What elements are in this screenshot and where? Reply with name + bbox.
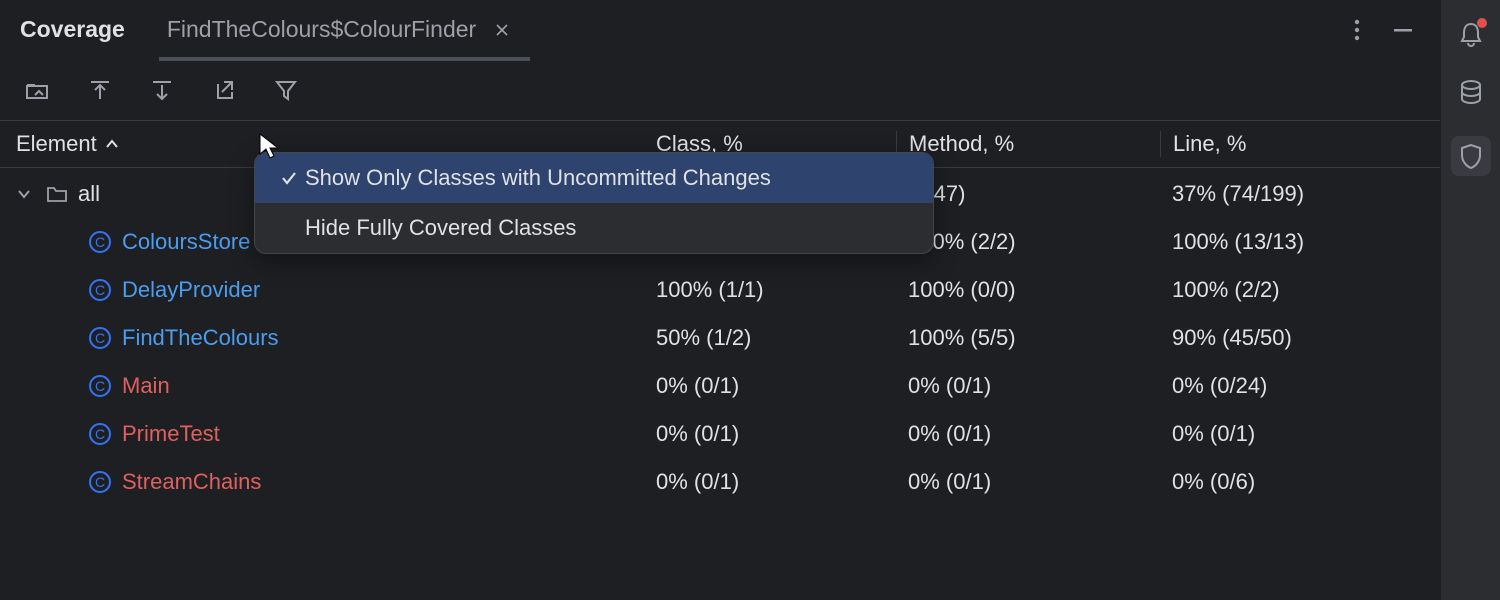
cell-method: 100% (0/0) <box>896 277 1160 303</box>
class-icon: C <box>88 278 112 302</box>
database-icon[interactable] <box>1457 78 1485 106</box>
import-icon[interactable] <box>84 74 116 106</box>
more-menu-icon[interactable] <box>1348 13 1366 47</box>
shield-icon[interactable] <box>1451 136 1491 176</box>
toolbar <box>0 60 1440 120</box>
tab-label: FindTheColours$ColourFinder <box>167 16 476 43</box>
class-icon: C <box>88 422 112 446</box>
check-icon <box>273 169 305 187</box>
cell-method: 0% (0/1) <box>896 469 1160 495</box>
cell-line: 0% (0/1) <box>1160 421 1424 447</box>
cell-class: 0% (0/1) <box>656 373 896 399</box>
class-icon: C <box>88 374 112 398</box>
cell-method: 100% (2/2) <box>896 229 1160 255</box>
filter-icon[interactable] <box>270 74 302 106</box>
cell-method: 0% (0/1) <box>896 421 1160 447</box>
export-icon[interactable] <box>146 74 178 106</box>
folder-icon <box>46 183 68 205</box>
panel-title: Coverage <box>20 16 125 43</box>
cell-line: 100% (13/13) <box>1160 229 1424 255</box>
cell-class: 100% (1/1) <box>656 277 896 303</box>
column-method[interactable]: Method, % <box>896 131 1160 157</box>
cell-line: 37% (74/199) <box>1160 181 1424 207</box>
open-external-icon[interactable] <box>208 74 240 106</box>
close-icon[interactable] <box>494 22 510 38</box>
element-name: ColoursStore <box>122 229 250 255</box>
cell-class: 0% (0/1) <box>656 421 896 447</box>
tab-active[interactable]: FindTheColours$ColourFinder <box>167 0 510 60</box>
tab-header: Coverage FindTheColours$ColourFinder <box>0 0 1440 60</box>
table-row[interactable]: CStreamChains0% (0/1)0% (0/1)0% (0/6) <box>0 458 1440 506</box>
cell-line: 100% (2/2) <box>1160 277 1424 303</box>
svg-text:C: C <box>95 474 105 490</box>
cell-class: 50% (1/2) <box>656 325 896 351</box>
element-name: StreamChains <box>122 469 261 495</box>
class-icon: C <box>88 470 112 494</box>
element-name: DelayProvider <box>122 277 260 303</box>
element-name: all <box>78 181 100 207</box>
menu-item-show-uncommitted[interactable]: Show Only Classes with Uncommitted Chang… <box>255 153 933 203</box>
column-line[interactable]: Line, % <box>1160 131 1424 157</box>
class-icon: C <box>88 326 112 350</box>
cell-method: (8/47) <box>896 181 1160 207</box>
right-sidebar <box>1440 0 1500 600</box>
navigate-up-icon[interactable] <box>22 74 54 106</box>
table-row[interactable]: CMain0% (0/1)0% (0/1)0% (0/24) <box>0 362 1440 410</box>
chevron-down-icon[interactable] <box>16 186 36 202</box>
svg-text:C: C <box>95 378 105 394</box>
sort-asc-icon <box>105 137 119 151</box>
cell-method: 100% (5/5) <box>896 325 1160 351</box>
svg-text:C: C <box>95 282 105 298</box>
cell-class: 0% (0/1) <box>656 469 896 495</box>
filter-menu: Show Only Classes with Uncommitted Chang… <box>254 152 934 254</box>
menu-item-hide-covered[interactable]: Hide Fully Covered Classes <box>255 203 933 253</box>
cell-line: 0% (0/24) <box>1160 373 1424 399</box>
table-row[interactable]: C FindTheColours 50% (1/2)100% (5/5)90% (4… <box>0 314 1440 362</box>
cell-line: 0% (0/6) <box>1160 469 1424 495</box>
cell-method: 0% (0/1) <box>896 373 1160 399</box>
element-name: Main <box>122 373 170 399</box>
class-icon: C <box>88 230 112 254</box>
cell-line: 90% (45/50) <box>1160 325 1424 351</box>
element-name: PrimeTest <box>122 421 220 447</box>
minimize-icon[interactable] <box>1386 13 1420 47</box>
notification-badge <box>1477 18 1487 28</box>
notifications-icon[interactable] <box>1457 20 1485 48</box>
element-name: FindTheColours <box>122 325 279 351</box>
table-row[interactable]: C DelayProvider 100% (1/1)100% (0/0)100% (… <box>0 266 1440 314</box>
svg-text:C: C <box>95 234 105 250</box>
svg-text:C: C <box>95 426 105 442</box>
table-row[interactable]: CPrimeTest0% (0/1)0% (0/1)0% (0/1) <box>0 410 1440 458</box>
svg-text:C: C <box>95 330 105 346</box>
